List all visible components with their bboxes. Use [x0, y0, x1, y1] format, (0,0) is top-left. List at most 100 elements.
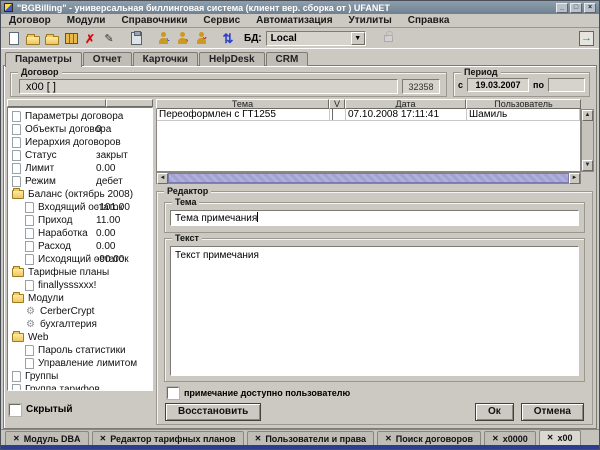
close-tab-icon[interactable] [385, 435, 392, 443]
tree-header [7, 99, 153, 107]
close-tab-icon[interactable] [13, 435, 20, 443]
tab-otchet[interactable]: Отчет [83, 52, 132, 66]
tree-item[interactable]: Web [8, 331, 152, 344]
tab-crm[interactable]: CRM [266, 52, 309, 66]
menu-dogovor[interactable]: Договор [1, 15, 59, 26]
tree-item-label: Расход [38, 241, 71, 252]
taskbar-tab[interactable]: x00 [539, 430, 581, 445]
tree-item[interactable]: Наработка0.00 [8, 227, 152, 240]
tree-item[interactable]: Баланс (октябрь 2008) [8, 188, 152, 201]
scroll-up-icon[interactable]: ▲ [582, 110, 593, 121]
delete-icon[interactable]: ✗ [81, 31, 99, 47]
db-select[interactable]: Local ▼ [266, 31, 366, 46]
contract-input[interactable]: x00 [ ] [19, 79, 398, 94]
tab-kartochki[interactable]: Карточки [133, 52, 198, 66]
close-icon[interactable]: × [584, 3, 596, 13]
menu-spravochniki[interactable]: Справочники [113, 15, 195, 26]
tree-item[interactable]: Иерархия договоров [8, 136, 152, 149]
edit-icon[interactable]: ✎ [100, 31, 118, 47]
close-tab-icon[interactable] [255, 435, 262, 443]
tree-item[interactable]: finallysssxxx! [8, 279, 152, 292]
tree-item[interactable]: Расход0.00 [8, 240, 152, 253]
restore-button[interactable]: Восстановить [165, 403, 261, 421]
find-user-icon[interactable]: ● [173, 31, 191, 47]
text-group-label: Текст [172, 233, 202, 243]
note-visible-checkbox[interactable] [167, 387, 179, 399]
minimize-icon[interactable]: _ [556, 3, 568, 13]
close-tab-icon[interactable] [547, 434, 554, 442]
topic-input-value: Тема примечания [175, 213, 257, 224]
ok-button[interactable]: Ок [475, 403, 514, 421]
taskbar-tab[interactable]: Поиск договоров [377, 431, 481, 445]
taskbar-tab[interactable]: Редактор тарифных планов [92, 431, 244, 445]
row-checkbox[interactable] [332, 109, 334, 120]
vertical-scrollbar[interactable]: ▲ ▼ [581, 109, 594, 172]
close-tab-icon[interactable] [100, 435, 107, 443]
period-from-input[interactable]: 19.03.2007 [467, 78, 529, 92]
note-textarea[interactable]: Текст примечания [170, 246, 579, 376]
column-visible[interactable]: V [329, 99, 345, 109]
scroll-left-icon[interactable]: ◄ [157, 173, 168, 184]
add-user-icon[interactable]: + [154, 31, 172, 47]
copy-icon[interactable] [127, 31, 145, 47]
open-folder-icon[interactable] [24, 31, 42, 47]
hidden-checkbox-row[interactable]: Скрытый [9, 402, 72, 417]
taskbar-tab[interactable]: x0000 [484, 431, 536, 445]
tree-item[interactable]: Группа тарифов [8, 383, 152, 391]
tree-item-label: Тарифные планы [28, 267, 109, 278]
column-date[interactable]: Дата [345, 99, 466, 109]
table-row[interactable]: Переоформлен с ГТ125507.10.2008 17:11:41… [157, 109, 580, 121]
cancel-button[interactable]: Отмена [521, 403, 584, 421]
tree-indent [12, 350, 25, 351]
tab-strip: Параметры Отчет Карточки HelpDesk CRM [5, 52, 309, 66]
period-to-input[interactable] [548, 78, 585, 92]
column-user[interactable]: Пользователь [466, 99, 581, 109]
horizontal-scrollbar[interactable]: ◄ ► [156, 172, 581, 184]
period-from-label: с [458, 80, 463, 90]
column-topic[interactable]: Тема [156, 99, 329, 109]
menu-servis[interactable]: Сервис [195, 15, 248, 26]
tree-item[interactable]: Управление лимитом [8, 357, 152, 370]
note-visible-row[interactable]: примечание доступно пользователю [167, 386, 350, 400]
period-to-label: по [533, 80, 544, 90]
tree-item[interactable]: Параметры договора [8, 110, 152, 123]
new-document-icon[interactable] [5, 31, 23, 47]
hidden-checkbox[interactable] [9, 404, 21, 416]
maximize-icon[interactable]: □ [570, 3, 582, 13]
taskbar-tab[interactable]: Пользователи и права [247, 431, 374, 445]
menu-avtomatizaciya[interactable]: Автоматизация [248, 15, 340, 26]
topic-input[interactable]: Тема примечания [170, 210, 579, 226]
tree-item[interactable]: Лимит0.00 [8, 162, 152, 175]
menu-utility[interactable]: Утилиты [341, 15, 400, 26]
tree-item[interactable]: Исходящий остаток-90.00 [8, 253, 152, 266]
menu-spravka[interactable]: Справка [400, 15, 458, 26]
scrollbar-thumb[interactable] [168, 173, 569, 183]
editor-group: Редактор Тема Тема примечания Текст Текс… [156, 191, 593, 425]
tree-item-label: Параметры договора [25, 111, 123, 122]
tree-item[interactable]: Входящий остаток-101.00 [8, 201, 152, 214]
exit-icon[interactable] [579, 31, 594, 46]
tree-item[interactable]: Группы [8, 370, 152, 383]
tab-parametry[interactable]: Параметры [5, 52, 82, 67]
tab-helpdesk[interactable]: HelpDesk [199, 52, 265, 66]
scroll-right-icon[interactable]: ► [569, 173, 580, 184]
menu-moduli[interactable]: Модули [59, 15, 114, 26]
tree-item[interactable]: Статусзакрыт [8, 149, 152, 162]
tree-item[interactable]: Приход11.00 [8, 214, 152, 227]
delete-user-icon[interactable]: ✗ [192, 31, 210, 47]
tree-item[interactable]: Объекты договора0 [8, 123, 152, 136]
refresh-icon[interactable]: ⇅ [219, 31, 237, 47]
taskbar-tab[interactable]: Модуль DBA [5, 431, 89, 445]
tree-item[interactable]: CerberCrypt [8, 305, 152, 318]
close-tab-icon[interactable] [492, 435, 499, 443]
chevron-down-icon[interactable]: ▼ [351, 32, 365, 45]
open-folder-alt-icon[interactable] [43, 31, 61, 47]
tree-item-label: Группы [25, 371, 58, 382]
tree-item[interactable]: Пароль статистики [8, 344, 152, 357]
tree-item[interactable]: Модули [8, 292, 152, 305]
tree-item[interactable]: Режимдебет [8, 175, 152, 188]
scroll-down-icon[interactable]: ▼ [582, 160, 593, 171]
table-icon[interactable] [62, 31, 80, 47]
tree-item[interactable]: Тарифные планы [8, 266, 152, 279]
tree-item[interactable]: бухгалтерия [8, 318, 152, 331]
